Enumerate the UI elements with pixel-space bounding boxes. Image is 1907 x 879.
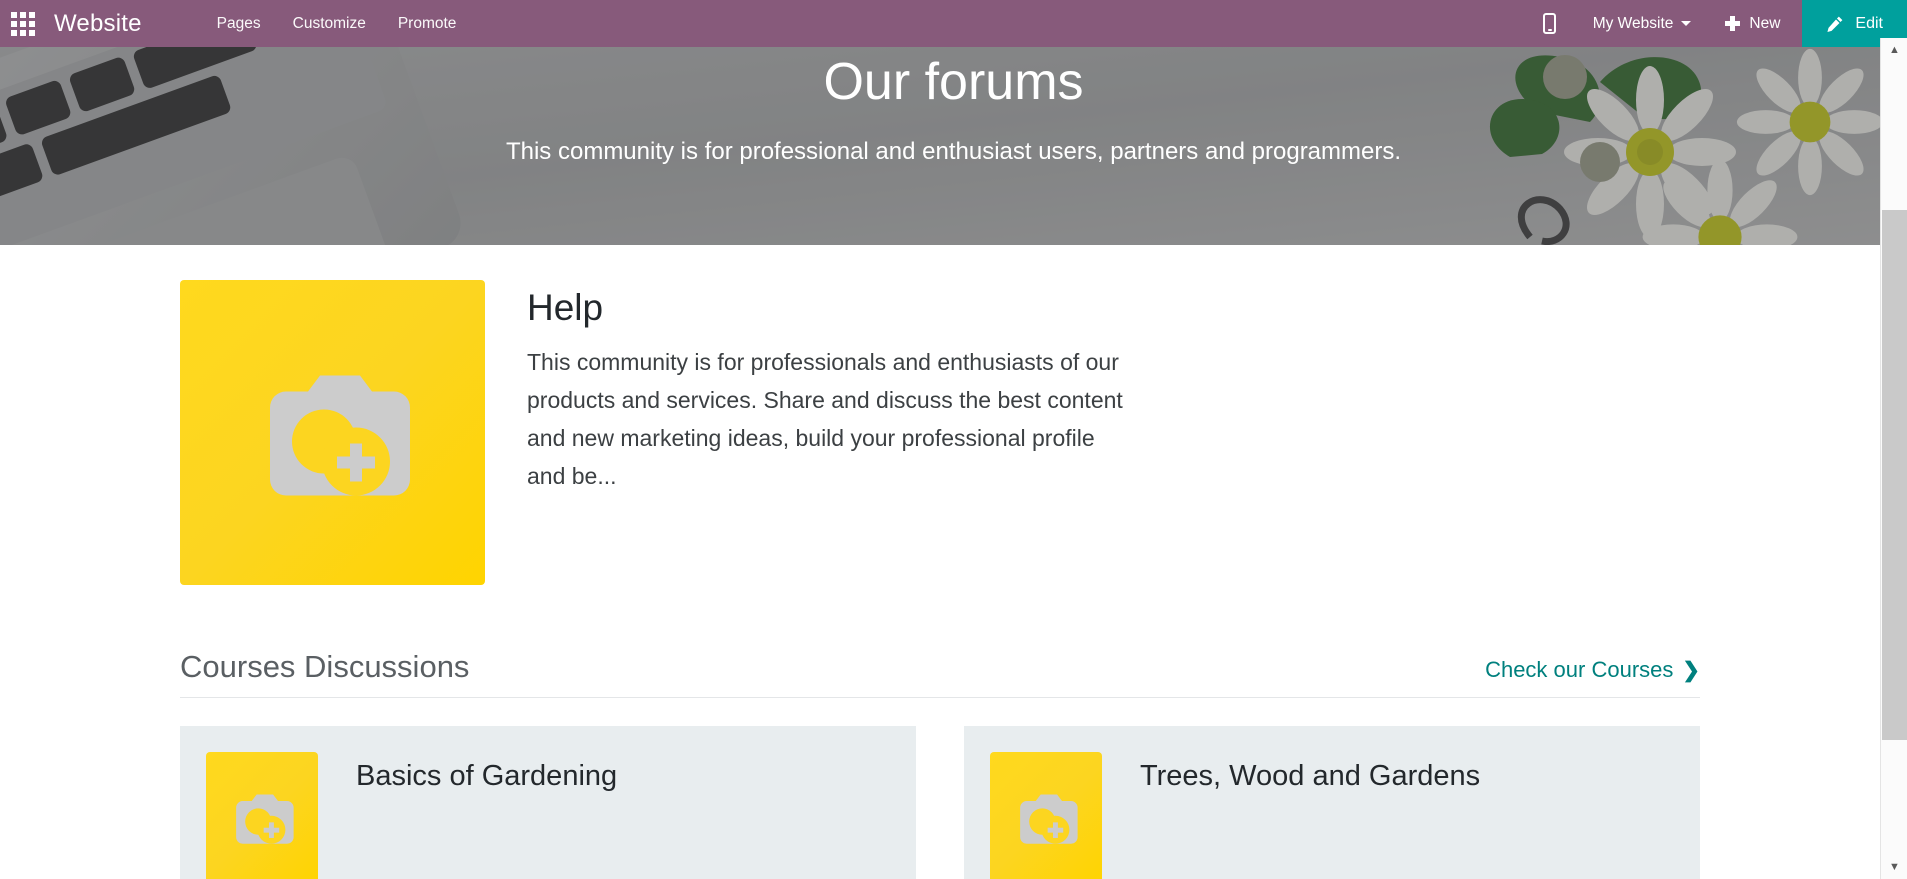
mobile-phone-glyph — [1543, 13, 1557, 34]
courses-section-header: Courses Discussions Check our Courses ❯ — [180, 649, 1700, 698]
navbar-right-group: My Website New Edit — [1527, 0, 1907, 47]
browser-viewport: Website Pages Customize Promote My Websi… — [0, 0, 1907, 879]
plus-icon — [1725, 16, 1741, 31]
edit-button-label: Edit — [1855, 14, 1883, 32]
navbar-spacer — [472, 0, 1526, 47]
check-our-courses-label: Check our Courses — [1485, 657, 1674, 682]
forum-intro-text: Help This community is for professionals… — [527, 280, 1127, 495]
add-photo-icon — [1007, 789, 1085, 856]
apps-grid-icon[interactable] — [0, 0, 46, 47]
forum-intro-block: Help This community is for professionals… — [180, 245, 1700, 585]
course-card[interactable]: Basics of Gardening — [180, 726, 916, 879]
course-card-title: Trees, Wood and Gardens — [1140, 760, 1481, 792]
site-selector-label: My Website — [1592, 14, 1674, 32]
forum-title-help[interactable]: Help — [527, 286, 1127, 330]
nav-item-promote[interactable]: Promote — [382, 0, 473, 47]
course-card-title: Basics of Gardening — [356, 760, 618, 792]
course-card[interactable]: Trees, Wood and Gardens — [964, 726, 1700, 879]
forum-description: This community is for professionals and … — [527, 349, 1123, 489]
main-content: Help This community is for professionals… — [0, 245, 1880, 879]
nav-item-customize[interactable]: Customize — [277, 0, 382, 47]
new-button[interactable]: New — [1711, 0, 1802, 47]
scrollbar-thumb[interactable] — [1882, 210, 1907, 740]
top-navbar: Website Pages Customize Promote My Websi… — [0, 0, 1907, 47]
section-title-courses-discussions: Courses Discussions — [180, 649, 470, 684]
content-container: Help This community is for professionals… — [180, 245, 1700, 879]
vertical-scrollbar[interactable]: ▲ ▼ — [1880, 38, 1907, 879]
mobile-preview-icon[interactable] — [1527, 0, 1573, 47]
site-selector-dropdown[interactable]: My Website — [1573, 0, 1712, 47]
chevron-right-icon: ❯ — [1682, 658, 1700, 682]
add-photo-icon — [238, 361, 428, 516]
hero-content: Our forums This community is for profess… — [0, 47, 1907, 245]
add-photo-icon — [223, 789, 301, 856]
course-thumbnail — [990, 752, 1102, 879]
chevron-down-icon — [1681, 21, 1692, 26]
scroll-up-arrow-icon[interactable]: ▲ — [1881, 40, 1907, 60]
brand-website[interactable]: Website — [46, 0, 146, 47]
course-card-list: Basics of Gardening Trees, Wood and Gard… — [180, 726, 1700, 879]
new-button-label: New — [1749, 14, 1781, 32]
nav-item-pages[interactable]: Pages — [201, 0, 277, 47]
forum-cover-image[interactable] — [180, 280, 485, 585]
hero-title: Our forums — [823, 53, 1084, 111]
scroll-down-arrow-icon[interactable]: ▼ — [1881, 857, 1907, 877]
navbar-left-group: Website Pages Customize Promote — [0, 0, 472, 47]
hero-subtitle: This community is for professional and e… — [505, 137, 1402, 165]
hero-banner: Our forums This community is for profess… — [0, 47, 1907, 245]
pencil-icon — [1826, 15, 1844, 33]
apps-grid-glyph — [11, 11, 35, 36]
navbar-menu: Pages Customize Promote — [201, 0, 473, 47]
course-thumbnail — [206, 752, 318, 879]
check-our-courses-link[interactable]: Check our Courses ❯ — [1485, 657, 1700, 683]
